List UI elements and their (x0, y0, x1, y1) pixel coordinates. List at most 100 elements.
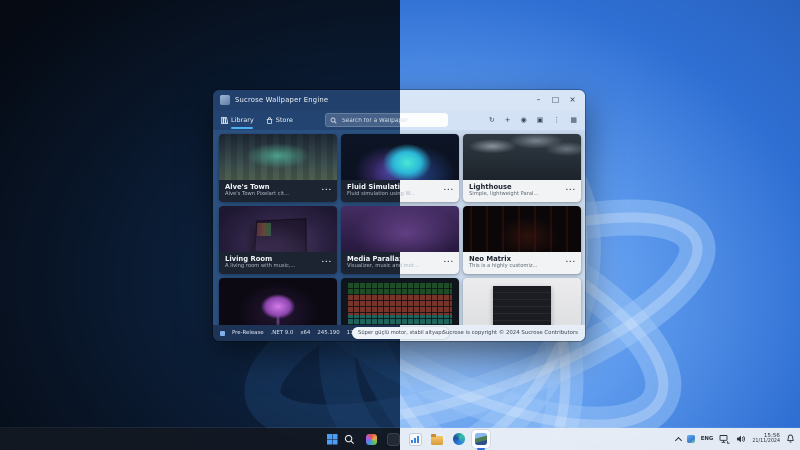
wallpaper-card-media-parallax[interactable]: Media Parallax Visualizer, music and mot… (341, 206, 459, 274)
display-icon[interactable]: ▣ (537, 110, 544, 130)
tab-store[interactable]: Store (266, 110, 293, 130)
taskbar-center-icons (318, 430, 490, 448)
wallpaper-subtitle: Simple, lightweight Paral... (469, 191, 575, 198)
notification-bell-icon[interactable] (786, 434, 795, 444)
wallpaper-title: Lighthouse (469, 183, 575, 191)
wallpaper-subtitle: This is a highly customiz... (469, 263, 575, 270)
window-navbar: Library Store ↻ + (213, 110, 585, 130)
window-toolbar: ↻ + ◉ ▣ ⋮ ▦ (489, 110, 577, 130)
sucrose-wallpaper-engine-window: Sucrose Wallpaper Engine – □ × Library (213, 90, 585, 341)
wallpaper-subtitle: Fluid simulation using W... (347, 191, 453, 198)
taskbar-search-button[interactable] (340, 430, 358, 448)
sucrose-app-button[interactable] (472, 430, 490, 448)
wallpaper-subtitle: Alve's Town Pixelart cit... (225, 191, 331, 198)
wallpaper-card-partial-1[interactable] (219, 278, 337, 325)
tab-library-label: Library (231, 116, 254, 124)
wallpaper-info-bar: Media Parallax Visualizer, music and mot… (341, 252, 459, 274)
wallpaper-grid: Alve's Town Alve's Town Pixelart cit... … (213, 130, 585, 325)
network-icon[interactable] (719, 434, 730, 444)
tray-app-icon[interactable] (687, 435, 695, 443)
more-options-button[interactable]: ••• (565, 188, 576, 193)
file-explorer-icon (431, 436, 443, 445)
windows-logo-icon (322, 434, 332, 444)
play-icon[interactable]: ◉ (521, 110, 527, 130)
tab-library[interactable]: Library (221, 110, 254, 130)
app-logo-icon (220, 95, 230, 105)
arch-label: x64 (300, 330, 310, 336)
system-tray: ENG 15:56 21/11/2024 (676, 428, 795, 450)
tray-chevron-up-icon[interactable] (675, 436, 682, 443)
edge-browser-button[interactable] (450, 430, 468, 448)
more-options-button[interactable]: ••• (443, 260, 454, 265)
wallpaper-title: Living Room (225, 255, 331, 263)
minimize-button[interactable]: – (530, 90, 547, 110)
tab-store-label: Store (276, 116, 293, 124)
wallpaper-title: Alve's Town (225, 183, 331, 191)
wallpaper-thumbnail (219, 278, 337, 325)
wallpaper-info-bar: Neo Matrix This is a highly customiz... … (463, 252, 581, 274)
maximize-button[interactable]: □ (547, 90, 564, 110)
language-indicator[interactable]: ENG (701, 436, 714, 442)
wallpaper-info-bar: Alve's Town Alve's Town Pixelart cit... … (219, 180, 337, 202)
store-icon (266, 117, 273, 124)
search-input[interactable] (340, 113, 448, 129)
wallpaper-title: Fluid Simulation (347, 183, 453, 191)
wallpaper-card-fluid-simulation[interactable]: Fluid Simulation Fluid simulation using … (341, 134, 459, 202)
sucrose-app-icon (475, 433, 487, 445)
more-options-button[interactable]: ••• (321, 260, 332, 265)
start-button[interactable] (318, 430, 336, 448)
more-options-button[interactable]: ••• (443, 188, 454, 193)
window-statusbar: Pre-Release .NET 9.0 x64 245.190 173.5 M… (213, 325, 585, 341)
grid-view-icon[interactable]: ▦ (570, 110, 577, 130)
refresh-icon[interactable]: ↻ (489, 110, 495, 130)
clock-date: 21/11/2024 (752, 439, 780, 445)
copyright-label: Sucrose is copyright © 2024 Sucrose Cont… (443, 325, 578, 341)
version-label: 245.190 (317, 330, 339, 336)
window-titlebar[interactable]: Sucrose Wallpaper Engine – □ × (213, 90, 585, 110)
wallpaper-title: Neo Matrix (469, 255, 575, 263)
wallpaper-title: Media Parallax (347, 255, 453, 263)
more-options-button[interactable]: ••• (565, 260, 576, 265)
search-icon (344, 434, 355, 445)
wallpaper-info-bar: Fluid Simulation Fluid simulation using … (341, 180, 459, 202)
wallpaper-card-lighthouse[interactable]: Lighthouse Simple, lightweight Paral... … (463, 134, 581, 202)
wallpaper-card-living-room[interactable]: Living Room A living room with music,...… (219, 206, 337, 274)
desktop: Sucrose Wallpaper Engine – □ × Library (0, 0, 800, 450)
wallpaper-thumbnail (463, 278, 581, 325)
wallpaper-search-box[interactable] (325, 113, 448, 127)
window-title: Sucrose Wallpaper Engine (235, 96, 328, 104)
more-options-button[interactable]: ••• (321, 188, 332, 193)
wallpaper-card-alves-town[interactable]: Alve's Town Alve's Town Pixelart cit... … (219, 134, 337, 202)
edge-icon (453, 433, 465, 445)
wallpaper-card-partial-3[interactable] (463, 278, 581, 325)
stats-app-button[interactable] (406, 430, 424, 448)
photos-app-icon (366, 434, 377, 445)
stats-app-icon (410, 434, 421, 445)
library-icon (221, 117, 228, 124)
window-controls: – □ × (530, 90, 581, 110)
volume-icon[interactable] (736, 434, 746, 444)
wallpaper-card-partial-2[interactable] (341, 278, 459, 325)
nav-tabs: Library Store (221, 110, 293, 130)
wallpaper-thumbnail (341, 278, 459, 325)
wallpaper-info-bar: Lighthouse Simple, lightweight Paral... … (463, 180, 581, 202)
search-icon (330, 117, 337, 124)
add-wallpaper-icon[interactable]: + (505, 110, 511, 130)
terminal-app-button[interactable] (384, 430, 402, 448)
terminal-app-icon (388, 434, 399, 445)
build-label: Pre-Release (232, 330, 264, 336)
taskbar: ENG 15:56 21/11/2024 (0, 428, 800, 450)
runtime-label: .NET 9.0 (271, 330, 294, 336)
status-left-group: Pre-Release .NET 9.0 x64 245.190 173.5 M… (220, 325, 372, 341)
wallpaper-subtitle: Visualizer, music and mot... (347, 263, 453, 270)
build-icon (220, 331, 225, 336)
wallpaper-subtitle: A living room with music,... (225, 263, 331, 270)
close-button[interactable]: × (564, 90, 581, 110)
more-options-icon[interactable]: ⋮ (553, 110, 560, 130)
taskbar-clock[interactable]: 15:56 21/11/2024 (752, 433, 780, 445)
file-explorer-button[interactable] (428, 430, 446, 448)
status-tip: Süper güçlü motor, stabil altyapı (352, 327, 449, 339)
photos-app-button[interactable] (362, 430, 380, 448)
wallpaper-card-neo-matrix[interactable]: Neo Matrix This is a highly customiz... … (463, 206, 581, 274)
wallpaper-info-bar: Living Room A living room with music,...… (219, 252, 337, 274)
